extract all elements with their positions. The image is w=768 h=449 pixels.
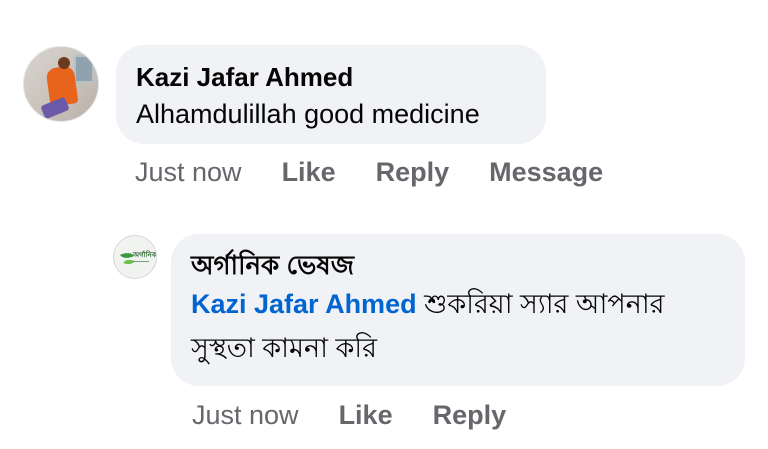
avatar-photo-object (40, 96, 70, 120)
reply-bubble: অর্গানিক ভেষজ Kazi Jafar Ahmed শুকরিয়া … (171, 234, 745, 386)
page-avatar[interactable]: অর্গানিক (113, 235, 157, 279)
avatar-photo-window (74, 55, 94, 83)
reply-reply-button[interactable]: Reply (433, 399, 507, 431)
reply-timestamp[interactable]: Just now (192, 399, 299, 431)
logo-text: অর্গানিক (133, 252, 157, 259)
commenter-avatar[interactable] (23, 46, 99, 122)
comment-actions: Just now Like Reply Message (135, 156, 603, 188)
comment-bubble: Kazi Jafar Ahmed Alhamdulillah good medi… (116, 45, 546, 144)
comment-text: Alhamdulillah good medicine (136, 99, 480, 129)
comment-author-name[interactable]: Kazi Jafar Ahmed (136, 61, 546, 93)
logo-underline (133, 261, 149, 262)
comment-reply-button[interactable]: Reply (376, 156, 450, 188)
reply-like-button[interactable]: Like (339, 399, 393, 431)
avatar-photo-head (58, 57, 70, 69)
reply-mention-link[interactable]: Kazi Jafar Ahmed (191, 289, 417, 319)
comment-timestamp[interactable]: Just now (135, 156, 242, 188)
reply-author-name[interactable]: অর্গানিক ভেষজ (191, 249, 745, 281)
comment-message-button[interactable]: Message (489, 156, 603, 188)
reply-actions: Just now Like Reply (192, 399, 506, 431)
reply-text-container: Kazi Jafar Ahmed শুকরিয়া স্যার আপনার সু… (191, 282, 726, 370)
comment-like-button[interactable]: Like (282, 156, 336, 188)
